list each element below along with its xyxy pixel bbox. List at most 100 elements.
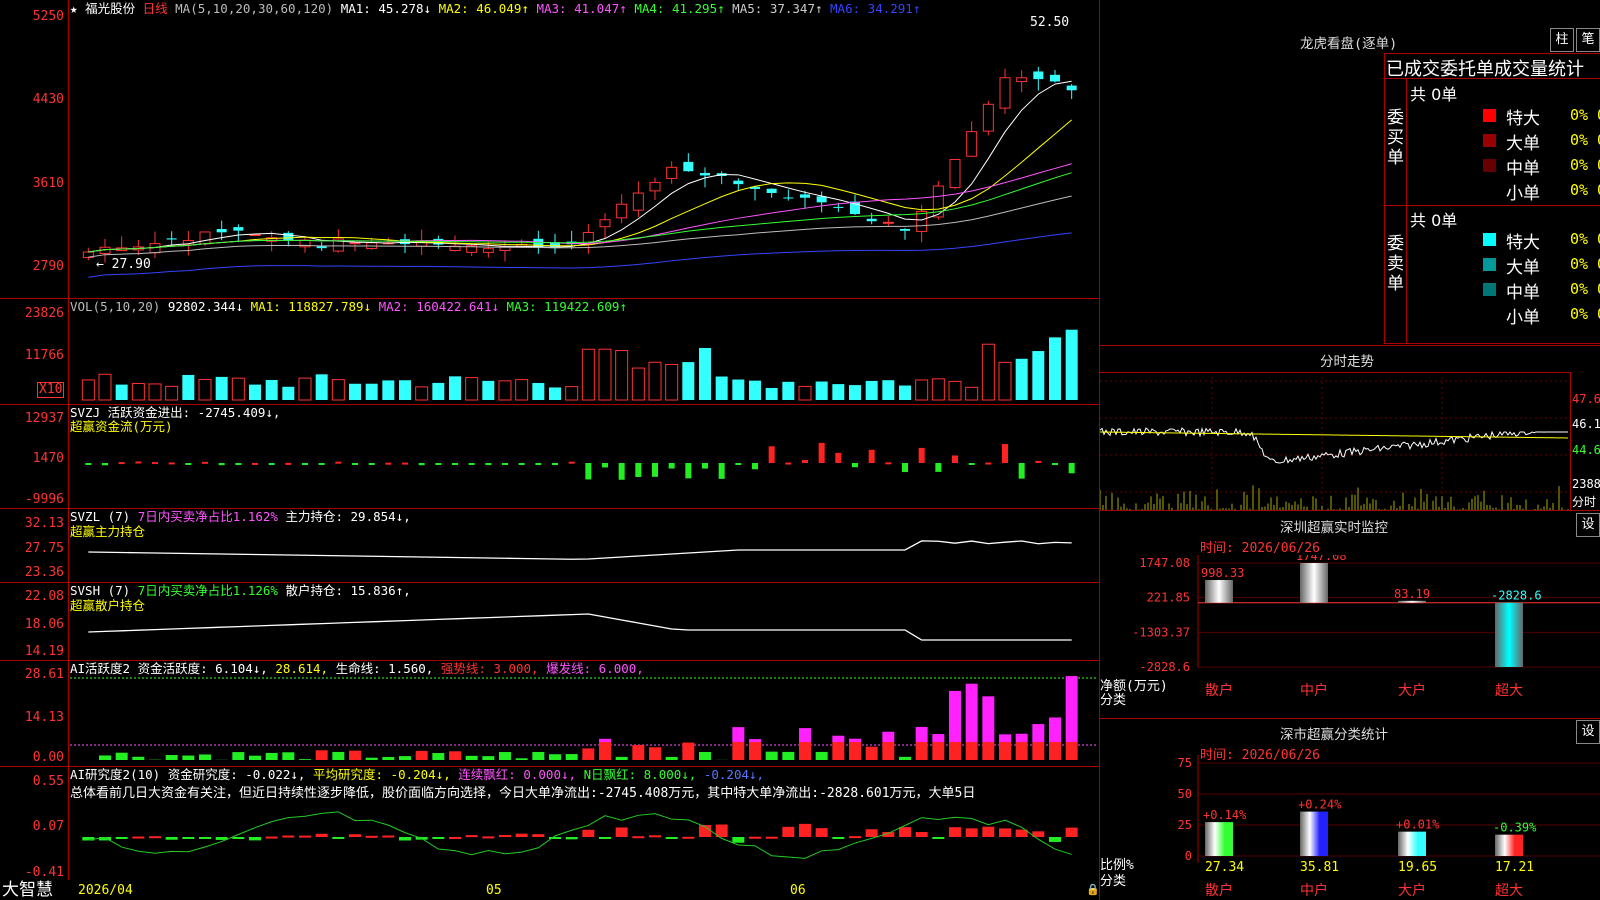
fund-flow-bar <box>135 461 142 464</box>
activity-bar <box>432 753 445 760</box>
activity-bar <box>799 742 811 760</box>
research-bar <box>615 827 628 837</box>
volume-bar <box>998 361 1012 401</box>
fund-flow-bar <box>402 462 408 465</box>
volume-bar <box>115 384 128 400</box>
lhb-title: 龙虎看盘(逐单) <box>1300 36 1398 52</box>
volume-bar <box>648 361 662 401</box>
activity-bar <box>915 742 928 760</box>
volume-bar <box>432 382 445 400</box>
category-label: 散户 <box>1205 882 1233 899</box>
category-label: 散户 <box>1205 682 1233 699</box>
order-percent: 0% <box>1570 131 1589 149</box>
fund-flow-bar <box>485 463 492 466</box>
fund-flow-bar <box>185 463 192 465</box>
candle-body <box>349 242 361 245</box>
fund-flow-bar <box>785 462 792 465</box>
sz-stats-settings-button[interactable]: 设 <box>1576 720 1600 744</box>
retail-hold-line <box>88 613 1072 641</box>
sz-monitor-settings-button[interactable]: 设 <box>1576 513 1600 537</box>
fund-flow-bar <box>368 463 375 465</box>
volume-bar <box>882 380 895 400</box>
fund-flow-bar <box>735 463 742 465</box>
research-bar <box>849 836 861 839</box>
monitor-value-label: 83.19 <box>1394 587 1430 601</box>
volume-bar <box>849 385 861 400</box>
fund-flow-bar <box>502 463 508 465</box>
tick-mode-button[interactable]: 笔 <box>1576 28 1600 52</box>
order-type-label: 中单 <box>1506 159 1540 179</box>
candle-body <box>1050 74 1060 82</box>
y-label: 221.85 <box>1147 591 1190 605</box>
activity-bar <box>365 757 378 760</box>
fund-flow-bar <box>318 463 325 465</box>
sz-stats-chart: 75 50 25 0 +0.14% 27.34 散户 +0.24% 35.81 中户 +0.01% 1… <box>1178 755 1600 899</box>
research-bar <box>432 837 445 839</box>
activity-bar-top <box>999 734 1011 742</box>
candle-body <box>700 173 710 176</box>
candle-body <box>599 219 611 228</box>
activity-bar <box>299 759 311 760</box>
order-color-swatch <box>1483 184 1496 197</box>
fund-flow-bar <box>885 462 892 465</box>
fund-flow-bar <box>952 455 958 463</box>
volume-bar <box>1049 337 1061 400</box>
volume-bar <box>549 387 561 400</box>
research-bar <box>649 835 661 838</box>
volume-bar <box>131 382 145 401</box>
volume-bar <box>315 374 328 400</box>
order-type-label: 特大 <box>1506 109 1540 129</box>
fund-flow-bar <box>252 462 258 465</box>
volume-bar <box>465 377 479 401</box>
fund-flow-bar <box>168 462 175 465</box>
volume-bar <box>749 380 761 400</box>
candle-body <box>216 229 227 233</box>
fenshi-chart[interactable] <box>1100 372 1570 510</box>
stats-bar <box>1398 831 1426 856</box>
main-chart-area[interactable]: 5250 4430 3610 2790 23826 11766 X10 1293… <box>0 0 1100 900</box>
research-bar <box>449 836 461 839</box>
fenshi-title: 分时走势 <box>1320 354 1374 370</box>
volume-bar <box>581 348 595 401</box>
stats-change-label: -0.39% <box>1493 821 1537 835</box>
candle-body <box>683 161 694 172</box>
volume-bar <box>665 364 679 401</box>
volume-bar <box>1015 358 1028 400</box>
activity-bar-top <box>732 727 745 742</box>
research-bar <box>749 836 761 839</box>
volume-bar <box>931 378 945 401</box>
kline-svg: 52.50 ← 27.90 <box>70 15 1098 859</box>
lock-icon[interactable]: 🔒 <box>1086 883 1100 896</box>
order-color-swatch <box>1483 308 1496 321</box>
volume-bar <box>482 380 495 400</box>
volume-bar <box>265 379 278 400</box>
volume-bar <box>215 376 228 400</box>
fund-flow-bar <box>1035 460 1042 463</box>
research-bar <box>965 828 978 837</box>
order-percent: 0% <box>1570 106 1589 124</box>
candle-body <box>783 197 794 199</box>
volume-bar <box>948 380 962 401</box>
candle-body <box>866 218 877 222</box>
stats-value-label: 19.65 <box>1398 860 1437 875</box>
fund-flow-bar <box>452 463 458 465</box>
candle-body <box>482 248 494 253</box>
fenshi-y-label: 44.68 <box>1572 443 1600 457</box>
candle-body <box>1016 77 1028 83</box>
order-type-label: 特大 <box>1506 233 1540 253</box>
bar-mode-button[interactable]: 柱 <box>1550 28 1574 52</box>
candle-body <box>632 192 644 211</box>
volume-bar <box>765 387 778 400</box>
x-axis-bar: 大智慧 2026/04 05 06 🔒 <box>0 880 1100 900</box>
fund-flow-bar <box>335 461 342 464</box>
research-bar <box>582 829 595 837</box>
activity-bar <box>232 752 245 760</box>
candle-body <box>649 181 661 192</box>
volume-bar <box>365 383 378 400</box>
stats-bar <box>1495 834 1523 856</box>
activity-bar <box>99 755 111 760</box>
candle-body <box>1033 71 1044 80</box>
research-bar <box>115 837 128 839</box>
fund-flow-bar <box>418 463 425 466</box>
y-label: 75 <box>1178 756 1192 770</box>
